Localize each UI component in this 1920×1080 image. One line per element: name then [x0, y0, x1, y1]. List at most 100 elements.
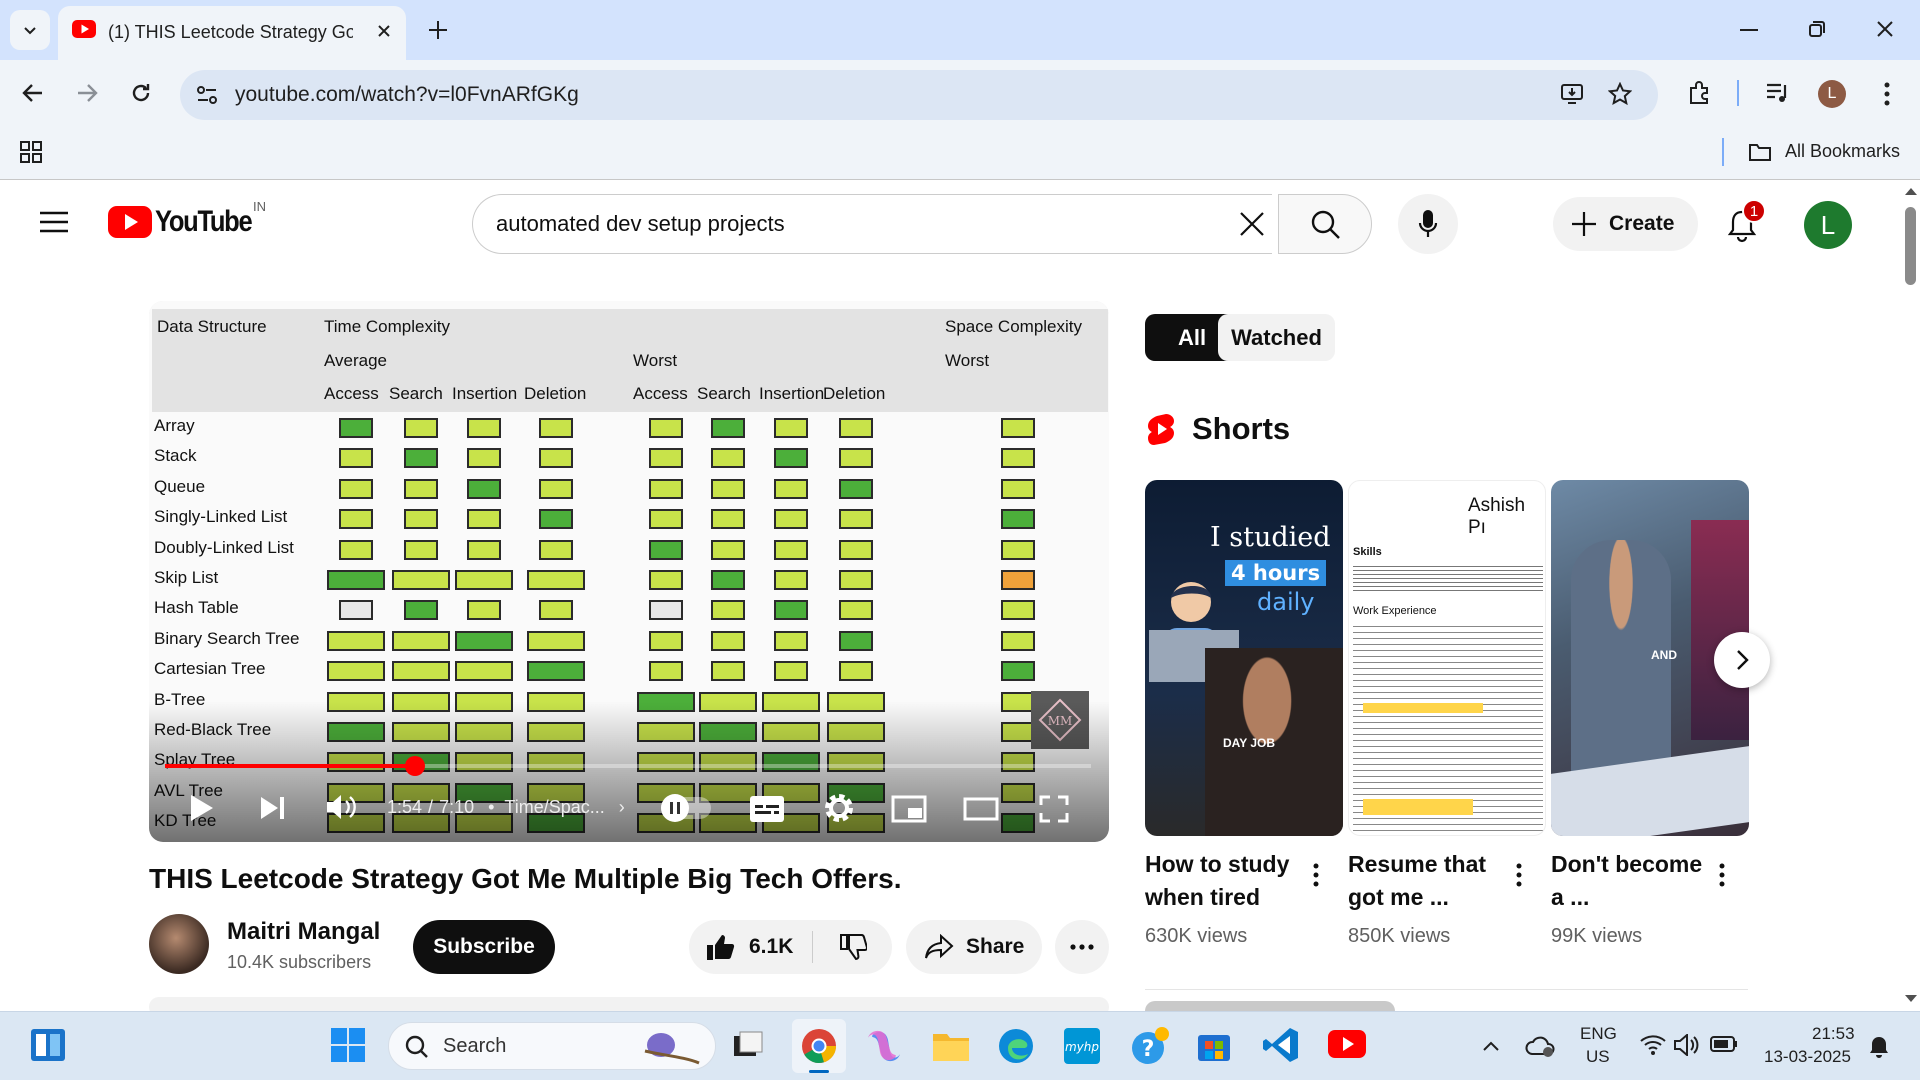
windows-taskbar: Search myhp ? ENG US 21:53 13-03-2025	[0, 1011, 1920, 1080]
url-text[interactable]: youtube.com/watch?v=l0FvnARfGKg	[235, 83, 579, 107]
taskbar-search-box[interactable]: Search	[388, 1022, 716, 1070]
short-1-overlay-text-1: I studied	[1210, 522, 1331, 553]
chrome-menu-icon[interactable]	[1884, 82, 1890, 106]
address-bar[interactable]: youtube.com/watch?v=l0FvnARfGKg	[180, 70, 1658, 120]
short-title-2[interactable]: Resume that got me ...	[1348, 848, 1508, 914]
short-2-more-icon[interactable]	[1516, 863, 1522, 887]
notification-bell-icon[interactable]	[1868, 1035, 1890, 1059]
chapter-title[interactable]: Time/Spac...	[504, 797, 604, 818]
subscribe-button[interactable]: Subscribe	[413, 920, 555, 974]
scroll-down-arrow-icon[interactable]	[1905, 995, 1917, 1003]
notifications-button[interactable]: 1	[1722, 199, 1766, 249]
shorts-next-button[interactable]	[1714, 632, 1770, 688]
channel-avatar[interactable]	[149, 914, 209, 974]
like-button[interactable]: 6.1K	[689, 920, 811, 974]
volume-icon[interactable]	[325, 792, 357, 822]
task-view-icon[interactable]	[732, 1030, 764, 1060]
show-hidden-icons-icon[interactable]	[1482, 1040, 1500, 1052]
vscode-icon[interactable]	[1262, 1026, 1300, 1064]
autoplay-toggle[interactable]	[661, 794, 711, 822]
forward-icon[interactable]	[76, 83, 98, 103]
slide-op-6: Insertion	[759, 384, 825, 403]
youtube-logo[interactable]: YouTube	[108, 205, 268, 239]
microsoft-store-icon[interactable]	[1196, 1027, 1232, 1063]
short-thumbnail-2[interactable]: Ashish Pı Skills Work Experience	[1348, 480, 1546, 836]
search-button[interactable]	[1278, 194, 1372, 254]
close-window-icon[interactable]	[1876, 20, 1894, 38]
all-bookmarks-link[interactable]: All Bookmarks	[1785, 141, 1900, 162]
file-explorer-icon[interactable]	[932, 1030, 970, 1062]
theater-mode-icon[interactable]	[963, 797, 999, 821]
wifi-icon[interactable]	[1640, 1034, 1666, 1056]
chevron-right-icon[interactable]: ›	[619, 797, 625, 818]
settings-gear-icon[interactable]	[823, 792, 855, 824]
back-icon[interactable]	[22, 83, 44, 103]
scroll-up-arrow-icon[interactable]	[1905, 187, 1917, 195]
start-windows-icon[interactable]	[331, 1028, 365, 1062]
miniplayer-icon[interactable]	[891, 795, 927, 823]
reload-icon[interactable]	[130, 82, 152, 104]
extensions-icon[interactable]	[1687, 80, 1713, 106]
subtitles-icon[interactable]	[749, 795, 785, 823]
install-app-icon[interactable]	[1560, 83, 1584, 105]
slide-complexity-badge	[1001, 630, 1035, 651]
slide-complexity-badge	[1001, 539, 1035, 560]
play-icon[interactable]	[189, 793, 215, 823]
edge-icon[interactable]	[998, 1028, 1034, 1064]
battery-icon[interactable]	[1710, 1036, 1738, 1052]
bookmark-star-icon[interactable]	[1608, 82, 1632, 106]
youtube-favicon-icon	[72, 20, 96, 38]
speaker-icon[interactable]	[1674, 1034, 1700, 1056]
minimize-icon[interactable]	[1740, 29, 1758, 31]
hamburger-menu-icon[interactable]	[40, 211, 68, 233]
media-controls-icon[interactable]	[1765, 81, 1791, 105]
voice-search-button[interactable]	[1398, 194, 1458, 254]
tab-search-button[interactable]	[10, 10, 50, 50]
chrome-taskbar-button[interactable]	[792, 1019, 846, 1073]
channel-name[interactable]: Maitri Mangal	[227, 918, 380, 946]
chrome-profile-avatar[interactable]: L	[1818, 80, 1846, 108]
progress-bar[interactable]	[165, 756, 1091, 776]
slide-complexity-badge	[339, 448, 373, 469]
fullscreen-icon[interactable]	[1039, 795, 1069, 823]
short-2-lines-a	[1353, 563, 1543, 591]
short-thumbnail-1[interactable]: I studied 4 hours daily DAY JOB	[1145, 480, 1343, 836]
short-3-more-icon[interactable]	[1719, 863, 1725, 887]
close-tab-icon[interactable]	[376, 23, 392, 39]
next-video-icon[interactable]	[259, 795, 287, 821]
widgets-icon[interactable]	[30, 1028, 66, 1062]
language-eng[interactable]: ENG	[1580, 1024, 1617, 1044]
youtube-app-icon[interactable]	[1328, 1030, 1366, 1058]
scrollbar-thumb[interactable]	[1905, 207, 1916, 285]
account-avatar[interactable]: L	[1804, 201, 1852, 249]
onedrive-icon[interactable]	[1524, 1034, 1556, 1058]
clock-date[interactable]: 13-03-2025	[1764, 1047, 1851, 1067]
page-scrollbar[interactable]	[1901, 181, 1920, 1011]
slide-complexity-badge	[711, 600, 745, 621]
dislike-button[interactable]	[813, 920, 892, 974]
apps-grid-icon[interactable]	[20, 141, 42, 163]
active-tab[interactable]: (1) THIS Leetcode Strategy Got Me Multip…	[58, 6, 406, 60]
more-actions-button[interactable]	[1055, 920, 1109, 974]
share-button[interactable]: Share	[906, 920, 1042, 974]
language-us[interactable]: US	[1586, 1047, 1610, 1067]
slide-complexity-badge	[1001, 661, 1035, 682]
short-title-3[interactable]: Don't become a ...	[1551, 848, 1711, 914]
video-player[interactable]: Data Structure Time Complexity Space Com…	[149, 301, 1109, 842]
search-box[interactable]: automated dev setup projects	[472, 194, 1272, 254]
create-button[interactable]: Create	[1553, 197, 1698, 251]
chip-watched[interactable]: Watched	[1218, 314, 1335, 361]
myhp-icon[interactable]: myhp	[1064, 1028, 1100, 1064]
short-1-more-icon[interactable]	[1313, 863, 1319, 887]
restore-icon[interactable]	[1808, 20, 1826, 38]
site-info-icon[interactable]	[196, 85, 218, 105]
new-tab-icon[interactable]	[427, 19, 449, 41]
clock-time[interactable]: 21:53	[1812, 1024, 1855, 1044]
clear-search-icon[interactable]	[1239, 211, 1265, 237]
copilot-icon[interactable]	[866, 1028, 902, 1064]
search-input[interactable]: automated dev setup projects	[496, 211, 785, 237]
short-title-1[interactable]: How to study when tired	[1145, 848, 1305, 914]
progress-scrubber[interactable]	[405, 756, 426, 776]
help-icon[interactable]: ?	[1130, 1026, 1170, 1066]
youtube-logo-text: YouTube	[155, 205, 253, 238]
